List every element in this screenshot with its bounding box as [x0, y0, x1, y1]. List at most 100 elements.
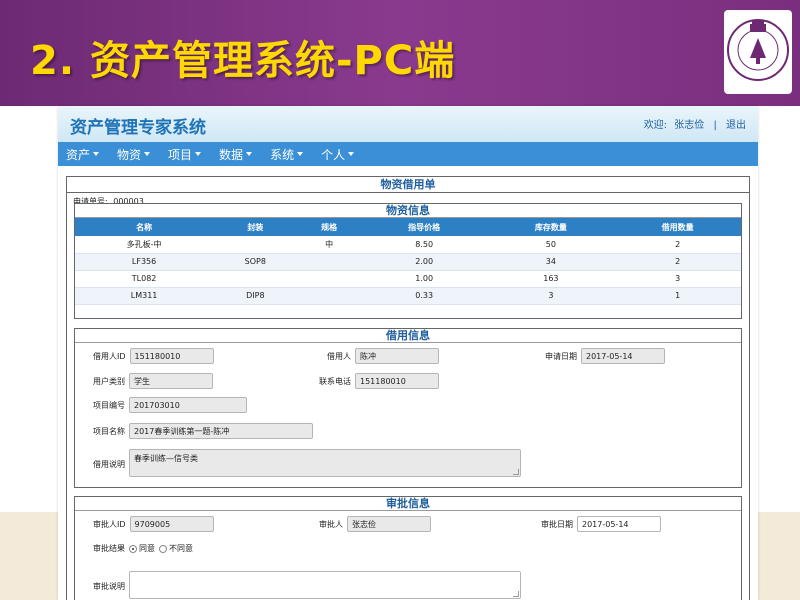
cell-package	[213, 270, 298, 288]
app-window: 资产管理专家系统 欢迎: 张志俭 | 退出 资产 物资 项目 数据 系统 个人 …	[58, 106, 758, 600]
form-title: 物资借用单	[67, 177, 749, 193]
column-header: 库存数量	[487, 218, 615, 236]
university-logo	[724, 10, 792, 94]
table-row[interactable]: LF356 SOP8 2.00 34 2	[75, 253, 741, 271]
cell-stock: 50	[487, 236, 615, 254]
approve-section: 审批信息 审批人ID 9709005 审批人 张志俭 审批日期 2017-05-…	[74, 496, 742, 600]
approve-date-label: 审批日期	[541, 519, 573, 529]
borrow-note-label: 借用说明	[93, 460, 125, 469]
project-no-field: 项目编号 201703010	[93, 397, 247, 413]
approve-result-radio-group: 同意 不同意	[129, 543, 197, 554]
borrower-id-input[interactable]: 151180010	[129, 348, 214, 364]
borrower-id-field: 借用人ID 151180010	[93, 348, 214, 364]
app-title: 资产管理专家系统	[70, 118, 206, 138]
nav-item-assets[interactable]: 资产	[66, 146, 100, 163]
borrow-note-text: 春季训练—信号类	[134, 454, 198, 463]
borrow-section: 借用信息 借用人ID 151180010 借用人 陈冲 申请日期 2017-05…	[74, 328, 742, 488]
slide-banner: 2. 资产管理系统-PC端	[0, 0, 800, 106]
cell-package: DIP8	[213, 287, 298, 305]
caret-down-icon	[144, 152, 151, 156]
approver-id-field: 审批人ID 9709005	[93, 516, 214, 532]
approve-date-input[interactable]: 2017-05-14	[577, 516, 661, 532]
user-type-field: 用户类别 学生	[93, 373, 213, 389]
agree-radio[interactable]: 同意	[129, 543, 155, 554]
disagree-radio[interactable]: 不同意	[159, 543, 193, 554]
approve-result-label: 审批结果	[93, 544, 125, 553]
phone-label: 联系电话	[319, 376, 351, 386]
user-name[interactable]: 张志俭	[674, 120, 704, 131]
resize-grip-icon[interactable]	[513, 591, 519, 597]
caret-down-icon	[195, 152, 202, 156]
approve-note-textarea[interactable]	[129, 571, 521, 599]
nav-item-projects[interactable]: 项目	[168, 146, 202, 163]
user-type-label: 用户类别	[93, 376, 125, 386]
university-seal-icon	[727, 19, 789, 81]
borrower-input[interactable]: 陈冲	[355, 348, 439, 364]
cell-stock: 3	[487, 287, 615, 305]
goods-table: 名称 封装 规格 指导价格 库存数量 借用数量 多孔板-中 中 8.50 50	[75, 218, 741, 305]
cell-stock: 163	[487, 270, 615, 288]
nav-item-data[interactable]: 数据	[219, 146, 253, 163]
cell-price: 1.00	[360, 270, 488, 288]
column-header: 规格	[297, 218, 361, 236]
approver-field: 审批人 张志俭	[319, 516, 431, 532]
goods-section: 物资信息 名称 封装 规格 指导价格 库存数量 借用数量 多孔板-中 中 8.5…	[74, 203, 742, 319]
project-name-input[interactable]: 2017春季训练第一题-陈冲	[129, 423, 313, 439]
app-header: 资产管理专家系统 欢迎: 张志俭 | 退出	[58, 106, 758, 142]
approver-id-input[interactable]: 9709005	[129, 516, 214, 532]
logout-link[interactable]: 退出	[726, 120, 746, 131]
column-header: 借用数量	[614, 218, 741, 236]
separator: |	[713, 120, 717, 131]
nav-label: 项目	[168, 147, 193, 162]
apply-date-field: 申请日期 2017-05-14	[545, 348, 665, 364]
goods-section-title: 物资信息	[75, 204, 741, 218]
cell-borrow-qty: 2	[614, 236, 741, 254]
borrower-id-label: 借用人ID	[93, 351, 126, 361]
phone-input[interactable]: 151180010	[355, 373, 439, 389]
apply-date-input[interactable]: 2017-05-14	[581, 348, 665, 364]
table-row[interactable]: TL082 1.00 163 3	[75, 270, 741, 288]
borrow-note-textarea[interactable]: 春季训练—信号类	[129, 449, 521, 477]
table-row[interactable]: LM311 DIP8 0.33 3 1	[75, 287, 741, 305]
project-no-input[interactable]: 201703010	[129, 397, 247, 413]
approve-note-field: 审批说明	[93, 571, 521, 599]
approve-result-field: 审批结果 同意 不同意	[93, 543, 197, 554]
approve-section-title: 审批信息	[75, 497, 741, 511]
cell-name: TL082	[75, 270, 214, 288]
cell-borrow-qty: 3	[614, 270, 741, 288]
project-no-label: 项目编号	[93, 400, 125, 410]
nav-label: 物资	[117, 147, 142, 162]
approve-note-label: 审批说明	[93, 582, 125, 591]
cell-price: 2.00	[360, 253, 488, 271]
cell-spec	[297, 287, 361, 305]
project-name-field: 项目名称 2017春季训练第一题-陈冲	[93, 423, 313, 439]
nav-label: 个人	[321, 147, 346, 162]
borrow-note-field: 借用说明 春季训练—信号类	[93, 449, 521, 477]
cell-price: 8.50	[360, 236, 488, 254]
nav-label: 资产	[66, 147, 91, 162]
cell-package	[213, 236, 298, 254]
caret-down-icon	[93, 152, 100, 156]
table-header-row: 名称 封装 规格 指导价格 库存数量 借用数量	[75, 218, 741, 236]
agree-label: 同意	[139, 544, 155, 553]
project-name-label: 项目名称	[93, 426, 125, 436]
nav-item-personal[interactable]: 个人	[321, 146, 355, 163]
table-row[interactable]: 多孔板-中 中 8.50 50 2	[75, 236, 741, 254]
cell-spec	[297, 253, 361, 271]
caret-down-icon	[297, 152, 304, 156]
radio-unchecked-icon	[159, 544, 167, 553]
approver-id-label: 审批人ID	[93, 519, 126, 529]
cell-spec	[297, 270, 361, 288]
approver-input[interactable]: 张志俭	[347, 516, 431, 532]
resize-grip-icon[interactable]	[513, 469, 519, 475]
cell-name: LM311	[75, 287, 214, 305]
borrower-field: 借用人 陈冲	[327, 348, 439, 364]
main-navbar: 资产 物资 项目 数据 系统 个人	[58, 142, 758, 166]
nav-item-system[interactable]: 系统	[270, 146, 304, 163]
user-type-input[interactable]: 学生	[129, 373, 213, 389]
cell-stock: 34	[487, 253, 615, 271]
caret-down-icon	[246, 152, 253, 156]
disagree-label: 不同意	[169, 544, 193, 553]
borrow-form: 物资借用单 申请单号: 000003 物资信息 名称 封装 规格 指导价格 库存…	[66, 176, 750, 600]
nav-item-materials[interactable]: 物资	[117, 146, 151, 163]
